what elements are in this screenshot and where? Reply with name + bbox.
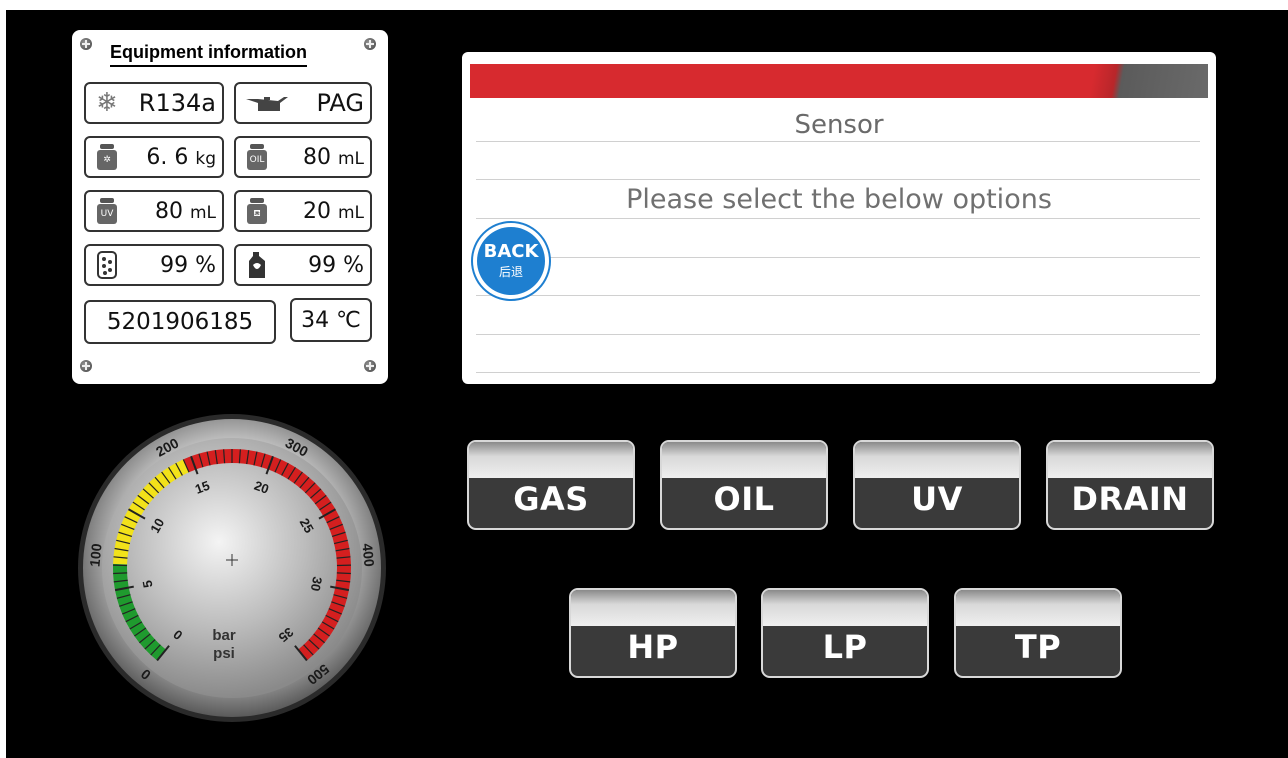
lp-button[interactable]: LP <box>761 588 929 678</box>
divider <box>476 257 1200 258</box>
pressure-gauge: 051015 202530350100200 300400500 bar psi <box>78 414 386 722</box>
divider <box>476 372 1200 373</box>
oil-button[interactable]: OIL <box>660 440 828 530</box>
oil-volume-unit: mL <box>337 148 364 169</box>
drain-button-label: DRAIN <box>1071 480 1189 518</box>
uv-button-label: UV <box>911 480 963 518</box>
screw-icon <box>364 38 376 50</box>
oil-jar-icon: OIL <box>242 142 272 172</box>
snowflake-icon: ❄ <box>96 88 118 118</box>
uv-volume-cell: UV 80 mL <box>84 190 224 232</box>
oil-level-cell: 99 % <box>234 244 372 286</box>
divider <box>476 218 1200 219</box>
uv-volume-unit: mL <box>189 202 216 223</box>
screw-icon <box>80 360 92 372</box>
oil-type-cell: PAG <box>234 82 372 124</box>
divider <box>476 295 1200 296</box>
oil-button-label: OIL <box>713 480 775 518</box>
sensor-panel: Sensor Please select the below options B… <box>462 52 1216 384</box>
gauge-tick <box>113 572 128 575</box>
oil-volume-cell: OIL 80 mL <box>234 136 372 178</box>
gauge-unit-psi: psi <box>213 645 235 662</box>
gas-button[interactable]: GAS <box>467 440 635 530</box>
hp-button[interactable]: HP <box>569 588 737 678</box>
oil-bottle-icon <box>242 250 272 280</box>
panel-title: Sensor <box>794 110 884 140</box>
screw-icon <box>80 38 92 50</box>
hp-button-label: HP <box>627 628 679 666</box>
drain-volume-unit: mL <box>337 202 364 223</box>
drain-volume-cell: ⛾ 20 mL <box>234 190 372 232</box>
refrigerant-cell: ❄ R134a <box>84 82 224 124</box>
temperature-cell: 34 ℃ <box>290 298 372 342</box>
back-button[interactable]: BACK 后退 <box>473 223 549 299</box>
oil-can-icon <box>242 88 292 118</box>
uv-jar-icon: UV <box>92 196 122 226</box>
scale-icon: ✲ <box>92 142 122 172</box>
panel-instruction: Please select the below options <box>626 184 1052 215</box>
uv-button[interactable]: UV <box>853 440 1021 530</box>
filter-level-value: 99 % <box>160 252 216 278</box>
equipment-info-panel: Equipment information ❄ R134a PAG ✲ 6. 6… <box>72 30 388 384</box>
oil-type-value: PAG <box>316 89 364 117</box>
gas-weight-cell: ✲ 6. 6 kg <box>84 136 224 178</box>
tp-button-label: TP <box>1014 628 1062 666</box>
equipment-info-title: Equipment information <box>110 42 307 67</box>
filter-level-cell: 99 % <box>84 244 224 286</box>
refrigerant-value: R134a <box>138 89 216 117</box>
divider <box>476 141 1200 142</box>
screw-icon <box>364 360 376 372</box>
gauge-unit-bar: bar <box>212 627 236 644</box>
oil-volume-value: 80 <box>302 144 331 170</box>
tp-button[interactable]: TP <box>954 588 1122 678</box>
gas-weight-value: 6. 6 <box>146 144 189 170</box>
filter-icon <box>92 250 122 280</box>
drain-volume-value: 20 <box>302 198 331 224</box>
gas-button-label: GAS <box>513 480 589 518</box>
lp-button-label: LP <box>822 628 868 666</box>
serial-number-value: 5201906185 <box>106 309 254 335</box>
oil-level-value: 99 % <box>308 252 364 278</box>
gas-weight-unit: kg <box>195 148 216 169</box>
divider <box>476 179 1200 180</box>
gauge-psi-label: 400 <box>359 543 377 568</box>
drain-jar-icon: ⛾ <box>242 196 272 226</box>
panel-header-bar <box>470 64 1208 98</box>
gauge-psi-label: 100 <box>86 543 104 568</box>
temperature-value: 34 ℃ <box>301 307 361 333</box>
back-button-sublabel: 后退 <box>498 265 523 279</box>
drain-button[interactable]: DRAIN <box>1046 440 1214 530</box>
back-button-label: BACK <box>483 241 539 262</box>
gauge-bar-label: 30 <box>308 575 325 592</box>
serial-number-cell: 5201906185 <box>84 300 276 344</box>
gauge-tick <box>336 572 351 575</box>
divider <box>476 334 1200 335</box>
uv-volume-value: 80 <box>154 198 183 224</box>
